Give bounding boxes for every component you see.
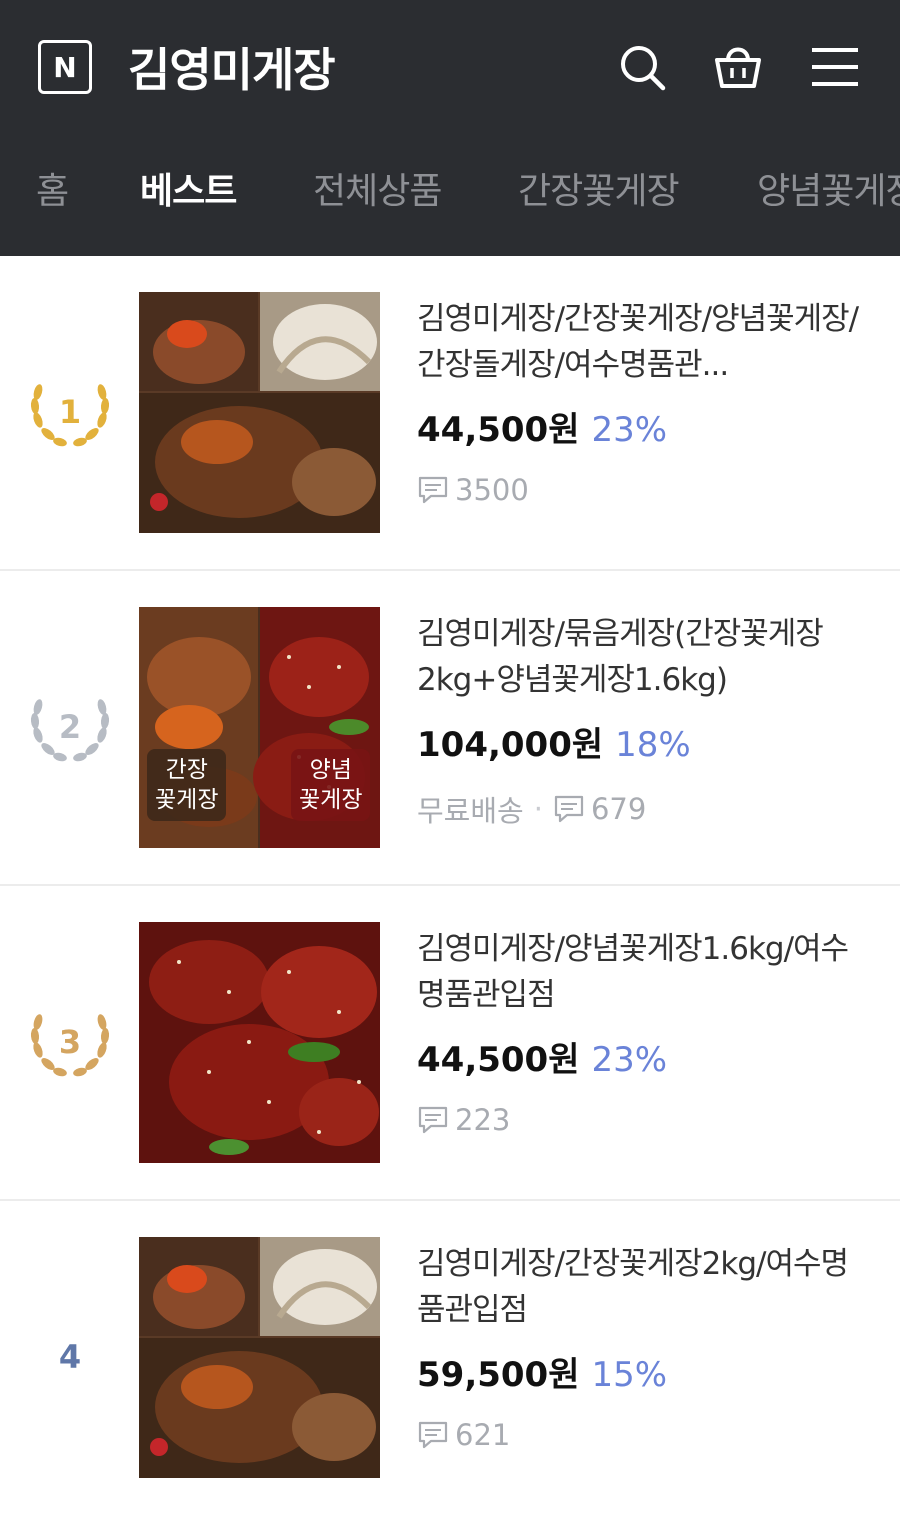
rank-number: 2 (58, 708, 82, 746)
price-row: 44,500원 23% (417, 402, 867, 451)
image-label-soy: 간장 꽃게장 (147, 749, 227, 821)
product-title[interactable]: 김영미게장/간장꽃게장/양념꽃게장/간장돌게장/여수명품관... (417, 296, 867, 388)
product-title[interactable]: 김영미게장/묶음게장(간장꽃게장2kg+양념꽃게장1.6kg) (417, 611, 867, 703)
price-row: 104,000원 18% (417, 717, 867, 766)
price-row: 59,500원 15% (417, 1347, 867, 1396)
list-item[interactable]: 3 김영미게장/양념꽃게장1.6kg/여수명품관입점 44,500원 23% 22… (0, 886, 900, 1201)
product-info[interactable]: 김영미게장/간장꽃게장/양념꽃게장/간장돌게장/여수명품관... 44,500원… (417, 296, 867, 507)
discount-rate: 18% (615, 725, 691, 765)
review-count: 3500 (455, 473, 529, 507)
rank-badge-plain: 4 (26, 1317, 114, 1397)
review-icon (554, 795, 584, 823)
tab-best[interactable]: 베스트 (140, 162, 237, 214)
list-item[interactable]: 2 간장 꽃게장 양념 꽃게장 김영미게장/묶음게장(간장꽃게장2kg+양념꽃게… (0, 571, 900, 886)
product-title[interactable]: 김영미게장/양념꽃게장1.6kg/여수명품관입점 (417, 926, 867, 1018)
review-count: 679 (590, 792, 647, 826)
list-item[interactable]: 1 김영미게장/간장꽃게장/양념꽃게장/간장돌게장/여수명품관... 44,50… (0, 256, 900, 571)
product-info[interactable]: 김영미게장/양념꽃게장1.6kg/여수명품관입점 44,500원 23% 223 (417, 926, 867, 1137)
product-meta: 223 (417, 1103, 867, 1137)
product-price: 59,500원 (417, 1355, 580, 1395)
rank-badge-silver: 2 (26, 687, 114, 767)
discount-rate: 23% (591, 1040, 668, 1080)
shipping-badge: 무료배송 (417, 794, 524, 828)
rank-number: 3 (58, 1023, 82, 1061)
app-header: N 김영미게장 홈 베스트 전체상품 간장꽃게장 양념꽃게장 (0, 0, 900, 256)
product-title[interactable]: 김영미게장/간장꽃게장2kg/여수명품관입점 (417, 1241, 867, 1333)
product-image[interactable]: 간장 꽃게장 양념 꽃게장 (139, 607, 380, 848)
store-title[interactable]: 김영미게장 (128, 34, 336, 100)
product-info[interactable]: 김영미게장/묶음게장(간장꽃게장2kg+양념꽃게장1.6kg) 104,000원… (417, 611, 867, 830)
product-price: 44,500원 (417, 410, 580, 450)
rank-badge-gold: 1 (26, 372, 114, 452)
review-icon (418, 1106, 448, 1134)
discount-rate: 15% (591, 1355, 668, 1395)
product-price: 44,500원 (417, 1040, 580, 1080)
tab-home[interactable]: 홈 (36, 162, 69, 214)
product-info[interactable]: 김영미게장/간장꽃게장2kg/여수명품관입점 59,500원 15% 621 (417, 1241, 867, 1452)
tab-soy-crab[interactable]: 간장꽃게장 (518, 162, 680, 214)
rank-number: 4 (58, 1338, 82, 1376)
review-count: 621 (455, 1418, 511, 1452)
rank-badge-bronze: 3 (26, 1002, 114, 1082)
tab-spicy-crab[interactable]: 양념꽃게장 (757, 162, 900, 214)
product-image[interactable] (139, 922, 380, 1163)
image-label-spicy: 양념 꽃게장 (291, 749, 371, 821)
tab-all-products[interactable]: 전체상품 (313, 162, 442, 214)
search-icon[interactable] (615, 40, 669, 94)
product-price: 104,000원 (417, 725, 604, 765)
price-row: 44,500원 23% (417, 1032, 867, 1081)
product-meta: 621 (417, 1418, 867, 1452)
list-item[interactable]: 4 김영미게장/간장꽃게장2kg/여수명품관입점 59,500원 15% 621 (0, 1201, 900, 1516)
category-tabs: 홈 베스트 전체상품 간장꽃게장 양념꽃게장 (0, 162, 900, 226)
naver-logo[interactable]: N (38, 40, 92, 94)
separator-dot: · (533, 792, 543, 826)
menu-icon[interactable] (808, 40, 862, 94)
review-icon (418, 476, 448, 504)
review-count: 223 (455, 1103, 511, 1137)
product-image[interactable] (139, 292, 380, 533)
product-image[interactable] (139, 1237, 380, 1478)
discount-rate: 23% (591, 410, 668, 450)
review-icon (418, 1421, 448, 1449)
rank-number: 1 (58, 393, 82, 431)
product-meta: 무료배송 · 679 (417, 788, 867, 830)
cart-icon[interactable] (711, 40, 765, 94)
product-meta: 3500 (417, 473, 867, 507)
